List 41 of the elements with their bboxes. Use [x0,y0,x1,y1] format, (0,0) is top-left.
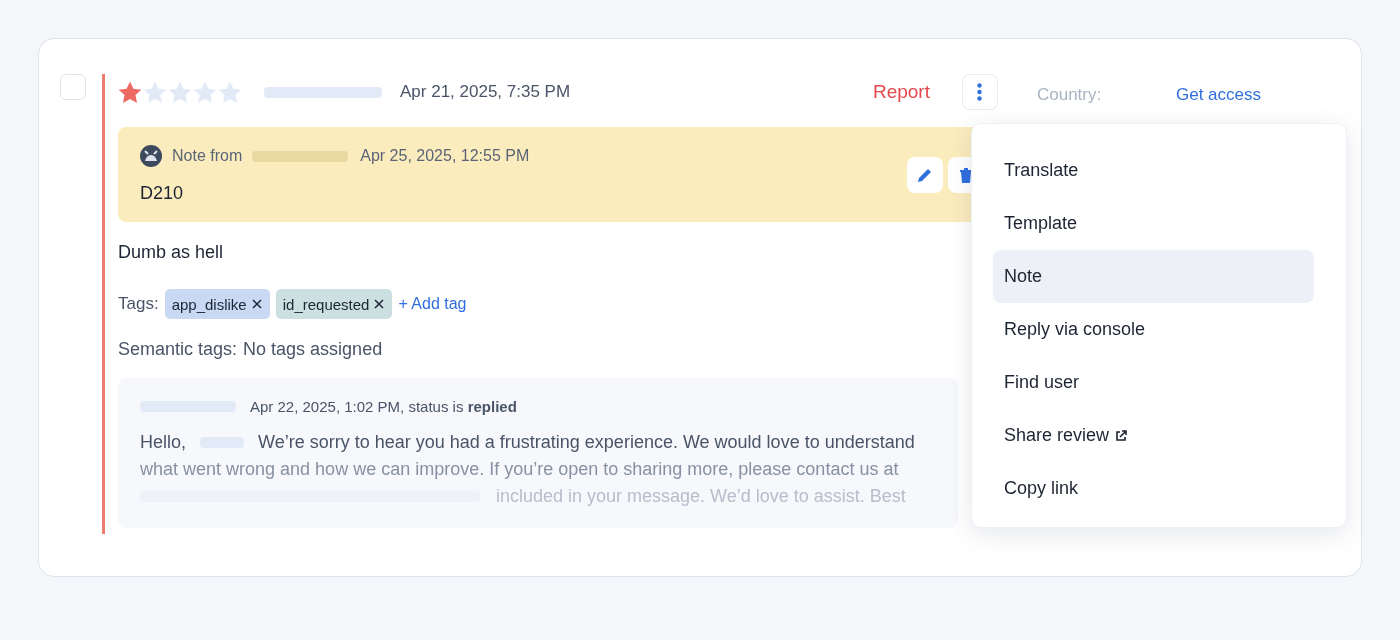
tags-label: Tags: [118,294,159,314]
menu-item[interactable]: Share review [993,409,1314,462]
star-icon [168,80,192,104]
get-access-link[interactable]: Get access [1175,85,1261,105]
reply-status: Apr 22, 2025, 1:02 PM, status is replied [250,398,517,415]
more-icon [977,83,983,101]
select-checkbox[interactable] [60,74,86,100]
reply-greeting: Hello, [140,431,187,454]
review-text: Dumb as hell [118,242,225,263]
menu-item[interactable]: Translate [993,144,1314,197]
add-tag-button[interactable]: + Add tag [398,295,467,313]
tag-chip[interactable]: app_dislike [164,289,270,319]
external-link-icon [1115,429,1128,442]
semantic-tags-label: Semantic tags: [118,339,238,360]
trash-icon [959,167,973,183]
tag-chip[interactable]: id_requested [275,289,393,319]
close-icon[interactable] [251,299,262,309]
star-icon [193,80,217,104]
star-icon [143,80,167,104]
note-text: D210 [140,183,185,204]
close-icon[interactable] [374,299,385,309]
star-icon [218,80,242,104]
country-label: Country: [1036,85,1103,105]
edit-button[interactable] [907,157,943,193]
report-button[interactable]: Report [872,81,930,103]
note-date: Apr 25, 2025, 12:55 PM [360,147,530,165]
more-button[interactable] [961,74,998,110]
pencil-icon [917,167,933,183]
reply-text: what went wrong and how we can improve. If you’re open to sharing more, please contact us at [140,458,899,481]
menu-item[interactable]: Copy link [993,462,1314,515]
menu-item[interactable]: Template [993,197,1314,250]
review-date: Apr 21, 2025, 7:35 PM [400,82,571,102]
menu-item[interactable]: Find user [993,356,1314,409]
star-icon [118,80,142,104]
reply-text: We’re sorry to hear you had a frustrating experience. We would love to understand [258,431,915,454]
reply-text: included in your message. We’d love to assist. Best [496,485,906,508]
avatar-icon [140,145,162,167]
semantic-tags-value: No tags assigned [243,339,383,360]
menu-item[interactable]: Note [993,250,1314,303]
note-author-label: Note from [172,147,243,165]
menu-item[interactable]: Reply via console [993,303,1314,356]
